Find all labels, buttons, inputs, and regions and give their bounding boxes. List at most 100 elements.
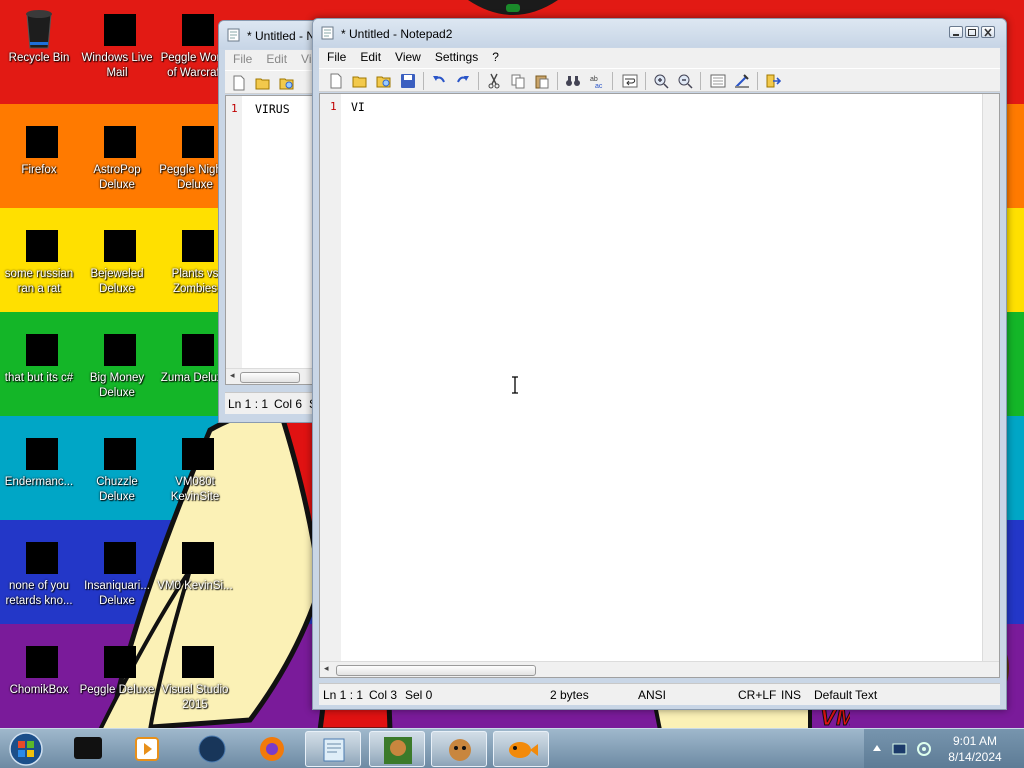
taskbar-app-chomikbox[interactable] xyxy=(369,731,425,767)
new-file-icon[interactable] xyxy=(328,73,344,89)
taskbar-app-firefox[interactable] xyxy=(244,731,300,767)
open-folder-icon[interactable] xyxy=(255,75,271,91)
status-line-endings[interactable]: CR+LF xyxy=(738,688,776,702)
menu-view[interactable]: View xyxy=(387,48,427,64)
desktop-icon-peggle[interactable]: Peggle Deluxe xyxy=(78,638,156,698)
menu-edit[interactable]: Edit xyxy=(352,48,387,64)
cut-icon[interactable] xyxy=(486,73,502,89)
start-button[interactable] xyxy=(5,731,47,767)
maximize-button[interactable] xyxy=(965,26,979,38)
editor-area[interactable]: 1 VI ◂ xyxy=(319,93,1000,678)
desktop-icon-firefox[interactable]: Firefox xyxy=(0,118,78,178)
browse-icon[interactable] xyxy=(376,73,392,89)
desktop-icon-vm0[interactable]: VM0 KevinSi... xyxy=(156,534,234,594)
menu-settings[interactable]: Settings xyxy=(427,48,484,64)
wallpaper-top-ornament xyxy=(468,0,558,15)
menu-edit[interactable]: Edit xyxy=(258,50,293,66)
minimize-button[interactable] xyxy=(949,26,963,38)
show-hidden-icons-icon[interactable] xyxy=(872,743,882,753)
system-clock[interactable]: 9:01 AM 8/14/2024 xyxy=(938,733,1012,765)
menu-file[interactable]: File xyxy=(225,50,258,66)
undo-icon[interactable] xyxy=(431,73,447,89)
desktop-icon-bejeweled[interactable]: Bejeweled Deluxe xyxy=(78,222,156,297)
insaniquarium-icon xyxy=(95,534,139,578)
scrollbar-thumb[interactable] xyxy=(336,665,536,676)
clock-time: 9:01 AM xyxy=(952,734,998,748)
vm-icon-2 xyxy=(173,534,217,578)
media-player-icon xyxy=(135,737,159,761)
recycle-bin-icon xyxy=(26,10,52,49)
peggle-wow-icon xyxy=(173,6,217,50)
svg-text:ac: ac xyxy=(595,83,603,89)
visual-studio-icon xyxy=(173,638,217,682)
desktop-icon-windows-live-mail[interactable]: Windows Live Mail xyxy=(78,6,156,81)
open-folder-icon[interactable] xyxy=(352,73,368,89)
status-encoding[interactable]: ANSI xyxy=(638,688,666,702)
browser-globe-icon xyxy=(198,735,226,763)
find-icon[interactable] xyxy=(565,73,581,89)
replace-icon[interactable]: abac xyxy=(589,73,605,89)
copy-icon[interactable] xyxy=(510,73,526,89)
desktop-icon-visual-studio[interactable]: Visual Studio 2015 xyxy=(156,638,234,713)
window-title-bar[interactable]: * Untitled - Notepad2 xyxy=(313,19,1006,47)
taskbar-app-hamster[interactable] xyxy=(431,731,487,767)
desktop-icon-big-money[interactable]: Big Money Deluxe xyxy=(78,326,156,401)
astropop-icon xyxy=(95,118,139,162)
desktop-icon-astropop[interactable]: AstroPop Deluxe xyxy=(78,118,156,193)
firefox-icon xyxy=(260,737,284,761)
chuzzle-icon xyxy=(95,430,139,474)
desktop-icon-that-but-csharp[interactable]: that but its c# xyxy=(0,326,78,386)
volume-icon[interactable] xyxy=(916,741,932,757)
scheme-icon[interactable] xyxy=(710,73,726,89)
taskbar-app-media-player[interactable] xyxy=(120,731,176,767)
maximize-icon xyxy=(968,29,976,36)
scrollbar-thumb[interactable] xyxy=(240,372,300,383)
save-icon[interactable] xyxy=(400,73,416,89)
desktop-icon-label: Visual Studio 2015 xyxy=(161,684,229,711)
horizontal-scrollbar[interactable]: ◂ xyxy=(320,661,999,677)
desktop-icon-label: Windows Live Mail xyxy=(81,52,153,79)
new-file-icon[interactable] xyxy=(231,75,247,91)
zoom-in-icon[interactable] xyxy=(653,73,669,89)
status-scheme[interactable]: Default Text xyxy=(814,688,877,702)
word-wrap-icon[interactable] xyxy=(622,73,638,89)
desktop-icon-label: none of you retards kno... xyxy=(5,580,73,607)
scroll-left-icon[interactable]: ◂ xyxy=(230,370,235,381)
menu-help[interactable]: ? xyxy=(484,48,505,64)
firefox-icon xyxy=(17,118,61,162)
network-icon[interactable] xyxy=(892,741,908,757)
taskbar: 9:01 AM 8/14/2024 xyxy=(0,728,1024,768)
menu-file[interactable]: File xyxy=(319,48,352,64)
close-button[interactable] xyxy=(981,26,995,38)
desktop-icon-chomikbox[interactable]: ChomikBox xyxy=(0,638,78,698)
taskbar-app-globe[interactable] xyxy=(184,731,240,767)
line-number-gutter: 1 xyxy=(320,94,341,677)
status-insert-mode: INS xyxy=(781,688,802,702)
notepad2-window[interactable]: * Untitled - Notepad2 File Edit View Settin… xyxy=(312,18,1007,710)
taskbar-app-tv[interactable] xyxy=(60,731,116,767)
desktop-icon-insaniquarium[interactable]: Insaniquari... Deluxe xyxy=(78,534,156,609)
vertical-scrollbar[interactable] xyxy=(982,94,999,661)
redo-icon[interactable] xyxy=(455,73,471,89)
line-number: 1 xyxy=(330,100,337,113)
goldfish-icon xyxy=(509,742,538,758)
taskbar-app-notepad2[interactable] xyxy=(305,731,361,767)
file-icon xyxy=(17,222,61,266)
browse-icon[interactable] xyxy=(279,75,295,91)
desktop-icon-russian-rat[interactable]: some russian ran a rat xyxy=(0,222,78,297)
desktop-icon-vm080t[interactable]: VM080t KevinSite xyxy=(156,430,234,505)
paste-icon[interactable] xyxy=(534,73,550,89)
desktop-icon-label: Firefox xyxy=(21,164,57,176)
exit-icon[interactable] xyxy=(765,73,781,89)
desktop-icon-label: that but its c# xyxy=(4,372,74,384)
desktop-icon-none-of-you[interactable]: none of you retards kno... xyxy=(0,534,78,609)
desktop-icon-label: Recycle Bin xyxy=(8,52,70,64)
taskbar-app-insaniquarium[interactable] xyxy=(493,731,549,767)
scroll-left-icon[interactable]: ◂ xyxy=(324,663,329,674)
desktop-icon-label: Endermanc... xyxy=(4,476,74,488)
desktop-icon-endermanch[interactable]: Endermanc... xyxy=(0,430,78,490)
desktop-icon-recycle-bin[interactable]: Recycle Bin xyxy=(0,6,78,66)
desktop-icon-chuzzle[interactable]: Chuzzle Deluxe xyxy=(78,430,156,505)
zoom-out-icon[interactable] xyxy=(677,73,693,89)
customize-scheme-icon[interactable] xyxy=(734,73,750,89)
